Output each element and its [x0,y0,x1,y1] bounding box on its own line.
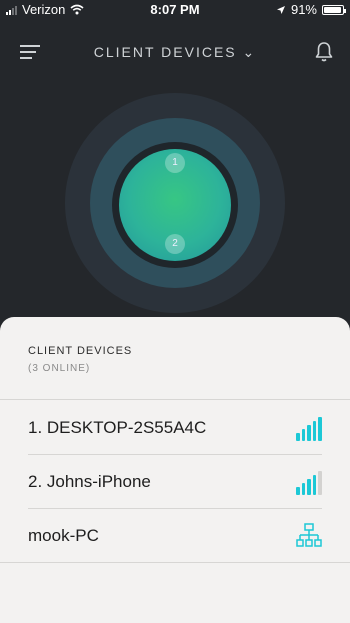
device-name: 1. DESKTOP-2S55A4C [28,418,207,437]
battery-icon [322,4,346,15]
device-marker-2[interactable]: 2 [165,234,185,254]
device-name: mook-PC [28,526,99,545]
sheet-subtitle: (3 ONLINE) [28,363,91,374]
device-name: 2. Johns-iPhone [28,472,151,491]
network-icon [296,523,322,547]
divider [0,562,350,563]
devices-sheet: CLIENT DEVICES (3 ONLINE) 1. DESKTOP-2S5… [0,317,350,623]
wifi-signal-icon [296,415,322,441]
header-title[interactable]: CLIENT DEVICES ⌄ [0,44,350,61]
wifi-signal-icon [296,469,322,495]
device-marker-1[interactable]: 1 [165,153,185,173]
divider [0,399,350,400]
status-bar: Verizon 8:07 PM 91% [0,0,350,20]
app-header: CLIENT DEVICES ⌄ [0,36,350,70]
device-row-mook-pc[interactable]: mook-PC [0,509,350,563]
bell-icon[interactable] [312,40,336,64]
device-row-desktop[interactable]: 1. DESKTOP-2S55A4C [0,401,350,455]
location-icon [276,5,285,14]
status-right: 91% [276,2,346,17]
sheet-title: CLIENT DEVICES [28,345,133,357]
battery-percent: 91% [290,2,317,17]
device-row-iphone[interactable]: 2. Johns-iPhone [0,455,350,509]
